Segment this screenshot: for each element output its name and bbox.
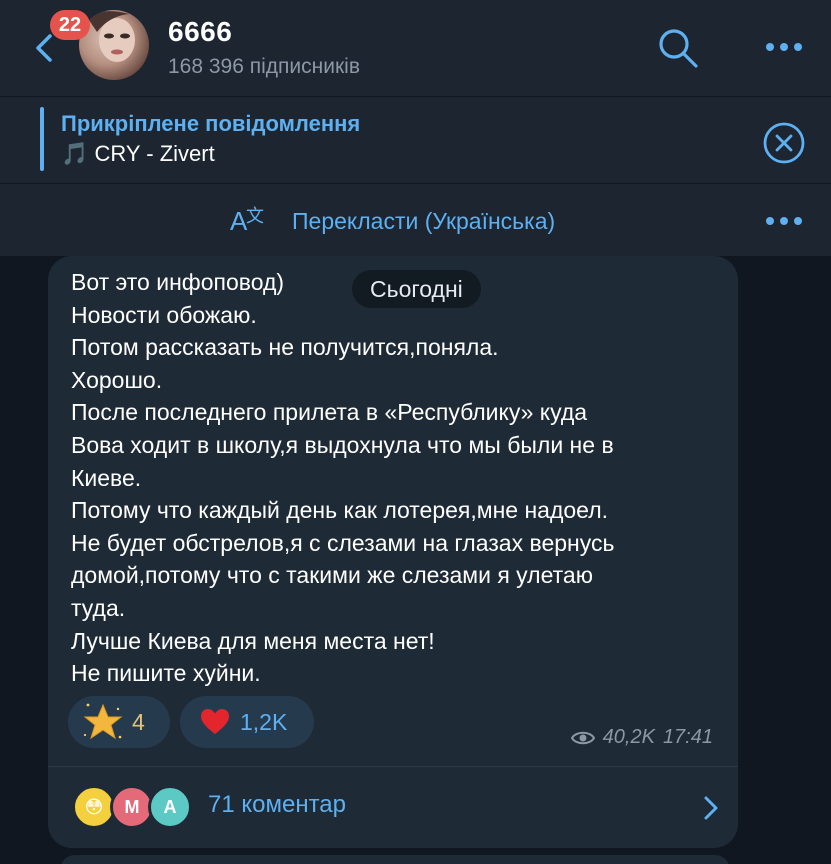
pinned-label: Прикріплене повідомлення: [61, 111, 361, 136]
subscriber-count: 168 396 підписників: [168, 55, 360, 78]
message-line: Вова ходит в школу,я выдохнула что мы бы…: [71, 431, 614, 458]
star-icon: [83, 703, 123, 740]
chevron-right-icon: [704, 796, 718, 820]
svg-text:文: 文: [246, 206, 264, 227]
message-line: Лучше Киева для меня места нет!: [71, 627, 435, 654]
message-line: После последнего прилета в «Республику» …: [71, 399, 588, 426]
translate-more-button[interactable]: [762, 204, 806, 238]
pinned-text: 🎵 CRY - Zivert: [61, 141, 215, 166]
comments-label: 71 коментар: [208, 791, 346, 818]
message-line: Киеве.: [71, 464, 142, 491]
translate-icon: A 文: [230, 200, 270, 240]
pinned-indicator: [40, 107, 44, 171]
message-line: Не будет обстрелов,я с слезами на глазах…: [71, 529, 615, 556]
message-line: Не пишите хуйни.: [71, 660, 261, 687]
reaction-count: 1,2K: [240, 708, 288, 735]
message-meta: 40,2K 17:41: [570, 726, 713, 749]
message-bubble[interactable]: Вот это инфоповод) Новости обожаю. Потом…: [48, 256, 738, 848]
reaction-star[interactable]: 4: [68, 696, 170, 748]
search-icon: [659, 29, 698, 68]
pinned-message-bar[interactable]: Прикріплене повідомлення 🎵 CRY - Zivert: [0, 97, 831, 183]
message-text: Вот это инфоповод) Новости обожаю. Потом…: [71, 266, 721, 690]
more-icon: [766, 43, 802, 51]
translate-bar: A 文 Перекласти (Українська): [0, 184, 831, 256]
search-button[interactable]: [656, 26, 700, 70]
unread-badge: 22: [50, 10, 90, 40]
reaction-count: 4: [132, 708, 145, 735]
message-line: Потому что каждый день как лотерея,мне н…: [71, 497, 609, 524]
message-line: Хорошо.: [71, 366, 163, 393]
channel-title[interactable]: 6666: [168, 16, 232, 48]
close-pinned-button[interactable]: [762, 121, 806, 165]
next-message-bubble: [60, 855, 730, 864]
more-icon: [766, 217, 802, 225]
date-pill: Сьогодні: [352, 270, 481, 308]
eye-icon: [570, 731, 595, 744]
more-button[interactable]: [762, 30, 806, 64]
reaction-heart[interactable]: 1,2K: [180, 696, 314, 748]
comments-button[interactable]: 😳 M A 71 коментар: [48, 767, 738, 847]
message-line: Потом рассказать не получится,поняла.: [71, 334, 499, 361]
message-line: домой,потому что с такими же слезами я у…: [71, 562, 593, 589]
view-count: 40,2K: [602, 726, 655, 748]
chat-header: 22 6666 168 396 підписників: [0, 0, 831, 96]
translate-button[interactable]: Перекласти (Українська): [292, 208, 555, 235]
message-line: туда.: [71, 594, 126, 621]
heart-icon: [201, 709, 229, 734]
commenter-avatar: A: [148, 785, 192, 829]
close-circle-icon: [763, 122, 805, 164]
message-time: 17:41: [662, 726, 713, 748]
